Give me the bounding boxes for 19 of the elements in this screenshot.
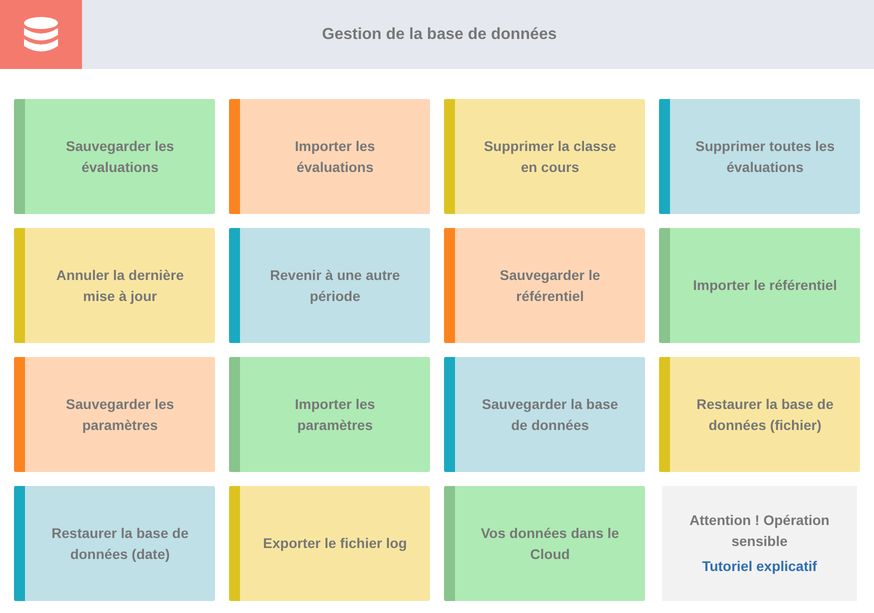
action-tile[interactable]: Importer les évaluations: [229, 99, 430, 214]
warning-text: Attention ! Opération sensible: [688, 511, 830, 551]
action-tile[interactable]: Sauvegarder les paramètres: [14, 357, 215, 472]
action-tile[interactable]: Sauvegarder la base de données: [444, 357, 645, 472]
action-tile[interactable]: Restaurer la base de données (date): [14, 486, 215, 601]
tutorial-link[interactable]: Tutoriel explicatif: [702, 556, 817, 577]
action-tile[interactable]: Supprimer la classe en cours: [444, 99, 645, 214]
action-tile[interactable]: Importer le référentiel: [659, 228, 860, 343]
action-tile[interactable]: Sauvegarder le référentiel: [444, 228, 645, 343]
database-icon: [21, 14, 61, 54]
action-tile[interactable]: Supprimer toutes les évaluations: [659, 99, 860, 214]
page-title: Gestion de la base de données: [322, 24, 557, 44]
action-tile[interactable]: Restaurer la base de données (fichier): [659, 357, 860, 472]
action-tile[interactable]: Annuler la dernière mise à jour: [14, 228, 215, 343]
action-tile[interactable]: Sauvegarder les évaluations: [14, 99, 215, 214]
action-tile[interactable]: Vos données dans le Cloud: [444, 486, 645, 601]
action-tile[interactable]: Exporter le fichier log: [229, 486, 430, 601]
action-tile[interactable]: Importer les paramètres: [229, 357, 430, 472]
action-tile[interactable]: Revenir à une autre période: [229, 228, 430, 343]
